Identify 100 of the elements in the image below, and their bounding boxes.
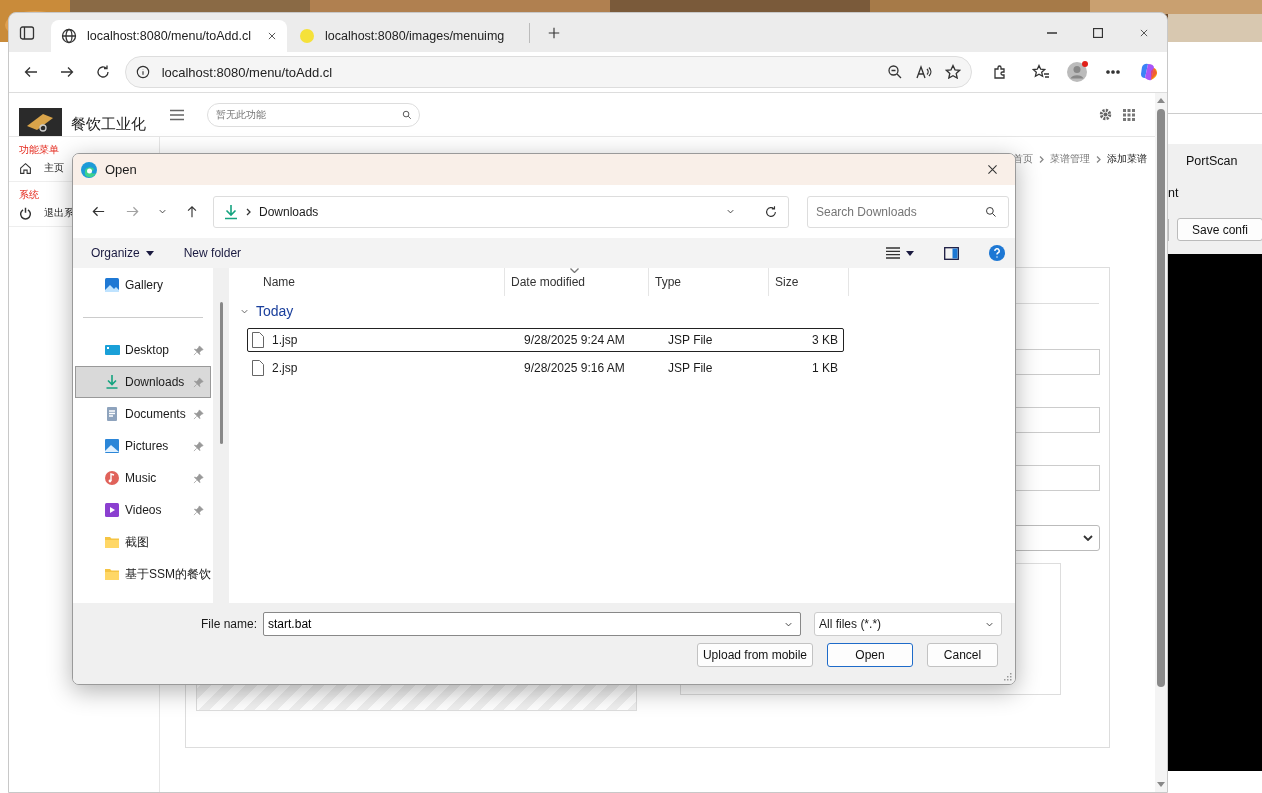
search-field[interactable]: Search Downloads	[807, 195, 1009, 228]
grid-icon	[1123, 108, 1135, 121]
save-config-button[interactable]: Save confi	[1177, 218, 1262, 241]
reload-icon	[94, 64, 111, 80]
pin-icon	[193, 345, 204, 356]
resize-grip-icon	[1004, 673, 1012, 681]
music-note-icon	[104, 470, 120, 486]
chevron-icon	[1039, 155, 1044, 163]
scroll-down-icon[interactable]	[1157, 782, 1165, 788]
nav-item[interactable]: Pictures	[75, 430, 211, 462]
dialog-button[interactable]: Upload from mobile	[696, 643, 813, 667]
chevron-icon	[246, 207, 251, 216]
forward-icon	[58, 64, 75, 80]
nav-item[interactable]: Gallery	[75, 269, 211, 301]
refresh-icon[interactable]	[764, 204, 778, 219]
power-icon	[19, 206, 32, 220]
maximize-icon	[1093, 27, 1103, 38]
scrollbar-thumb[interactable]	[1157, 109, 1165, 687]
column-header[interactable]: Name	[229, 268, 505, 296]
nav-item[interactable]: Desktop	[75, 334, 211, 366]
up-arrow-icon	[185, 204, 199, 219]
file-row[interactable]: 1.jsp 9/28/2025 9:24 AM JSP File 3 KB	[247, 328, 844, 352]
sort-indicator-icon	[570, 268, 579, 273]
download-icon	[224, 203, 238, 220]
label: nt	[1168, 185, 1180, 202]
nav-item[interactable]: Downloads	[75, 366, 211, 398]
dialog-button[interactable]: Cancel	[927, 643, 998, 667]
gear-icon	[1097, 107, 1113, 122]
help-icon	[989, 245, 1005, 261]
list-view-icon	[886, 247, 900, 259]
scroll-up-icon[interactable]	[1157, 97, 1165, 103]
desktop-icon	[104, 342, 120, 358]
info-icon	[135, 65, 150, 79]
pin-icon	[193, 473, 204, 484]
menu-heading: 系统	[18, 188, 40, 200]
gallery-icon	[104, 277, 120, 293]
file-icon	[252, 332, 264, 348]
logo-icon	[19, 108, 62, 136]
puzzle-icon	[991, 64, 1008, 80]
search-icon	[402, 109, 412, 120]
app-title: 餐饮工业化	[71, 115, 146, 134]
video-icon	[104, 502, 120, 518]
nav-item[interactable]: Music	[75, 462, 211, 494]
pin-icon	[193, 441, 204, 452]
breadcrumb-link[interactable]: 菜谱管理	[1050, 152, 1090, 166]
favicon-icon	[299, 28, 315, 44]
pictures-icon	[104, 438, 120, 454]
column-header[interactable]: Type	[649, 268, 769, 296]
file-type-dropdown[interactable]: All files (*.*)	[814, 612, 1003, 636]
nav-item[interactable]: 截图	[75, 526, 211, 558]
scrollbar-thumb[interactable]	[220, 302, 223, 444]
search-field[interactable]: 暂无此功能	[207, 102, 420, 127]
tab[interactable]: PortScan	[1168, 144, 1262, 180]
nav-item[interactable]: Documents	[75, 398, 211, 430]
group-header[interactable]: Today	[229, 296, 1015, 326]
command-button[interactable]: Organize	[83, 242, 162, 264]
caret-icon	[906, 250, 914, 256]
browser-tab[interactable]: localhost:8080/menu/toAdd.cl	[51, 20, 287, 52]
column-header[interactable]: Size	[769, 268, 849, 296]
plus-icon	[547, 25, 561, 40]
file-icon	[252, 360, 264, 376]
preview-pane-icon	[944, 246, 959, 260]
nav-item[interactable]: Videos	[75, 494, 211, 526]
command-button[interactable]: New folder	[175, 242, 250, 264]
file-row[interactable]: 2.jsp 9/28/2025 9:16 AM JSP File 1 KB	[247, 356, 844, 380]
forward-icon	[124, 204, 140, 219]
pin-icon	[193, 409, 204, 420]
column-header[interactable]: Date modified	[505, 268, 649, 296]
folder-icon	[104, 566, 120, 582]
globe-icon	[61, 28, 77, 44]
sidebar-icon	[19, 24, 35, 41]
address-bar[interactable]: localhost:8080/menu/toAdd.cl	[124, 56, 972, 88]
menu-heading: 功能菜单	[18, 143, 60, 155]
back-icon	[22, 64, 39, 80]
address-bar[interactable]: Downloads	[213, 195, 789, 228]
field-label: File name:	[201, 617, 258, 631]
chevron-icon	[1096, 155, 1101, 163]
caret-icon	[145, 250, 154, 256]
read-aloud-icon[interactable]	[914, 64, 933, 80]
caret-icon	[1083, 535, 1093, 541]
back-icon	[90, 204, 106, 219]
home-icon	[19, 161, 32, 175]
pin-icon	[193, 505, 204, 516]
search-icon	[985, 205, 997, 218]
download-icon	[104, 374, 120, 390]
document-icon	[104, 406, 120, 422]
menu-icon	[170, 108, 184, 121]
pin-icon	[193, 377, 204, 388]
breadcrumb-link[interactable]: 添加菜谱	[1107, 152, 1147, 166]
favorites-icon	[1032, 64, 1051, 80]
browser-logo-icon	[80, 160, 98, 179]
browser-tab[interactable]: localhost:8080/images/menuimg	[289, 20, 525, 52]
zoom-out-icon[interactable]	[886, 64, 903, 80]
nav-item[interactable]: 基于SSM的餐饮	[75, 558, 211, 590]
file-name-field[interactable]: start.bat	[263, 612, 802, 636]
dialog-button[interactable]: Open	[827, 643, 913, 667]
close-icon	[985, 163, 999, 176]
star-icon[interactable]	[944, 64, 961, 80]
avatar-icon	[1065, 60, 1090, 84]
folder-icon	[104, 534, 120, 550]
